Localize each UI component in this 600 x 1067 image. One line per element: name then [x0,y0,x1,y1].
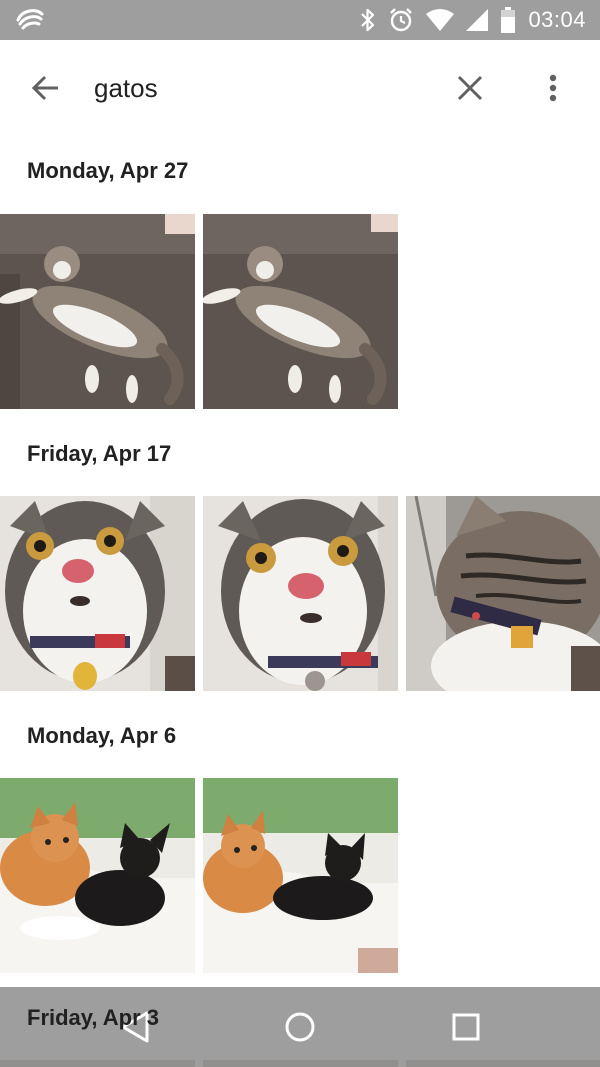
section-date-header: Friday, Apr 3 [27,1005,160,1030]
photo-thumbnail[interactable] [0,214,195,409]
search-app-bar [0,40,600,136]
nav-recents-button[interactable] [436,1001,496,1053]
back-button[interactable] [22,64,70,112]
search-input[interactable] [94,70,424,106]
photo-thumbnail[interactable] [0,778,195,973]
more-options-button[interactable] [529,64,577,112]
nav-home-button[interactable] [270,1001,330,1053]
photo-thumbnail[interactable] [406,496,600,691]
nav-recents-icon [452,1013,480,1041]
photo-thumbnail[interactable] [0,496,195,691]
photo-thumbnail[interactable] [203,214,398,409]
clock: 03:04 [528,7,586,32]
photo-thumbnail[interactable] [203,496,398,691]
arrow-back-icon [31,75,58,101]
nav-home-icon [285,1012,315,1042]
status-bar: 03:04 [0,0,600,40]
signal-icon [466,9,489,31]
section-date-header: Monday, Apr 6 [27,723,177,748]
battery-icon [500,7,516,33]
section-date-header: Friday, Apr 17 [27,441,172,466]
wifi-icon [426,9,455,31]
swiftkey-icon [14,6,46,34]
section-date-header: Monday, Apr 27 [27,158,189,183]
close-icon [457,75,483,101]
more-vert-icon [549,74,557,102]
clear-search-button[interactable] [446,64,494,112]
photo-thumbnail[interactable] [203,778,398,973]
alarm-icon [388,7,414,33]
bluetooth-icon [360,7,376,33]
